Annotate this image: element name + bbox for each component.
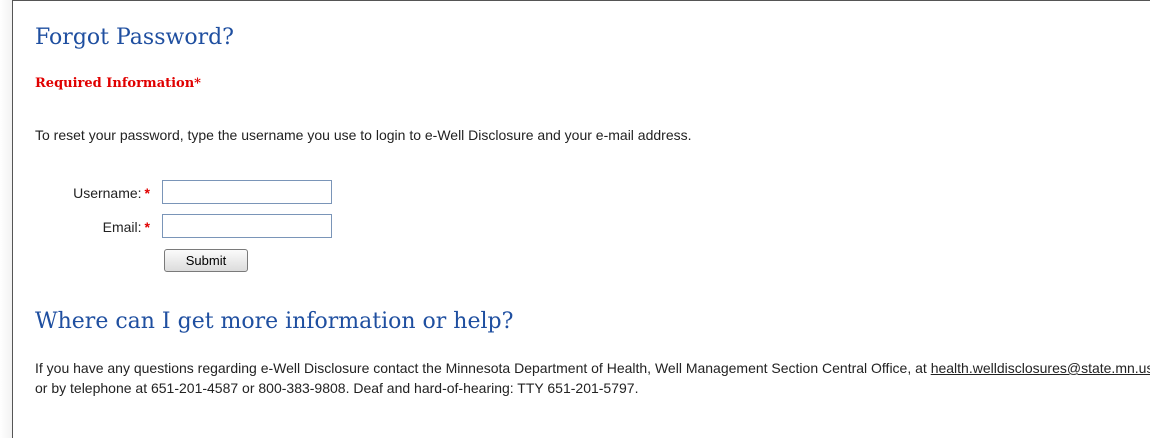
intro-text: To reset your password, type the usernam…	[35, 127, 692, 143]
submit-button[interactable]: Submit	[164, 249, 248, 272]
required-asterisk: *	[144, 185, 150, 201]
username-input[interactable]	[162, 180, 332, 204]
email-input[interactable]	[162, 214, 332, 238]
help-text-contact: or by telephone at 651-201-4587 or 800-3…	[35, 380, 639, 396]
left-page-margin	[0, 0, 12, 438]
email-label: Email: *	[35, 219, 150, 235]
required-information-note: Required Information*	[35, 76, 201, 91]
page-title: Forgot Password?	[35, 25, 234, 50]
required-asterisk: *	[144, 219, 150, 235]
username-label-text: Username:	[73, 185, 142, 201]
help-heading: Where can I get more information or help…	[35, 309, 514, 334]
username-label: Username: *	[35, 185, 150, 201]
help-text: If you have any questions regarding e-We…	[35, 358, 1150, 398]
email-label-text: Email:	[102, 219, 142, 235]
help-email-link[interactable]: health.welldisclosures@state.mn.us	[931, 360, 1150, 376]
help-text-intro: If you have any questions regarding e-We…	[35, 360, 931, 376]
content-frame: Forgot Password? Required Information* T…	[12, 0, 1150, 438]
